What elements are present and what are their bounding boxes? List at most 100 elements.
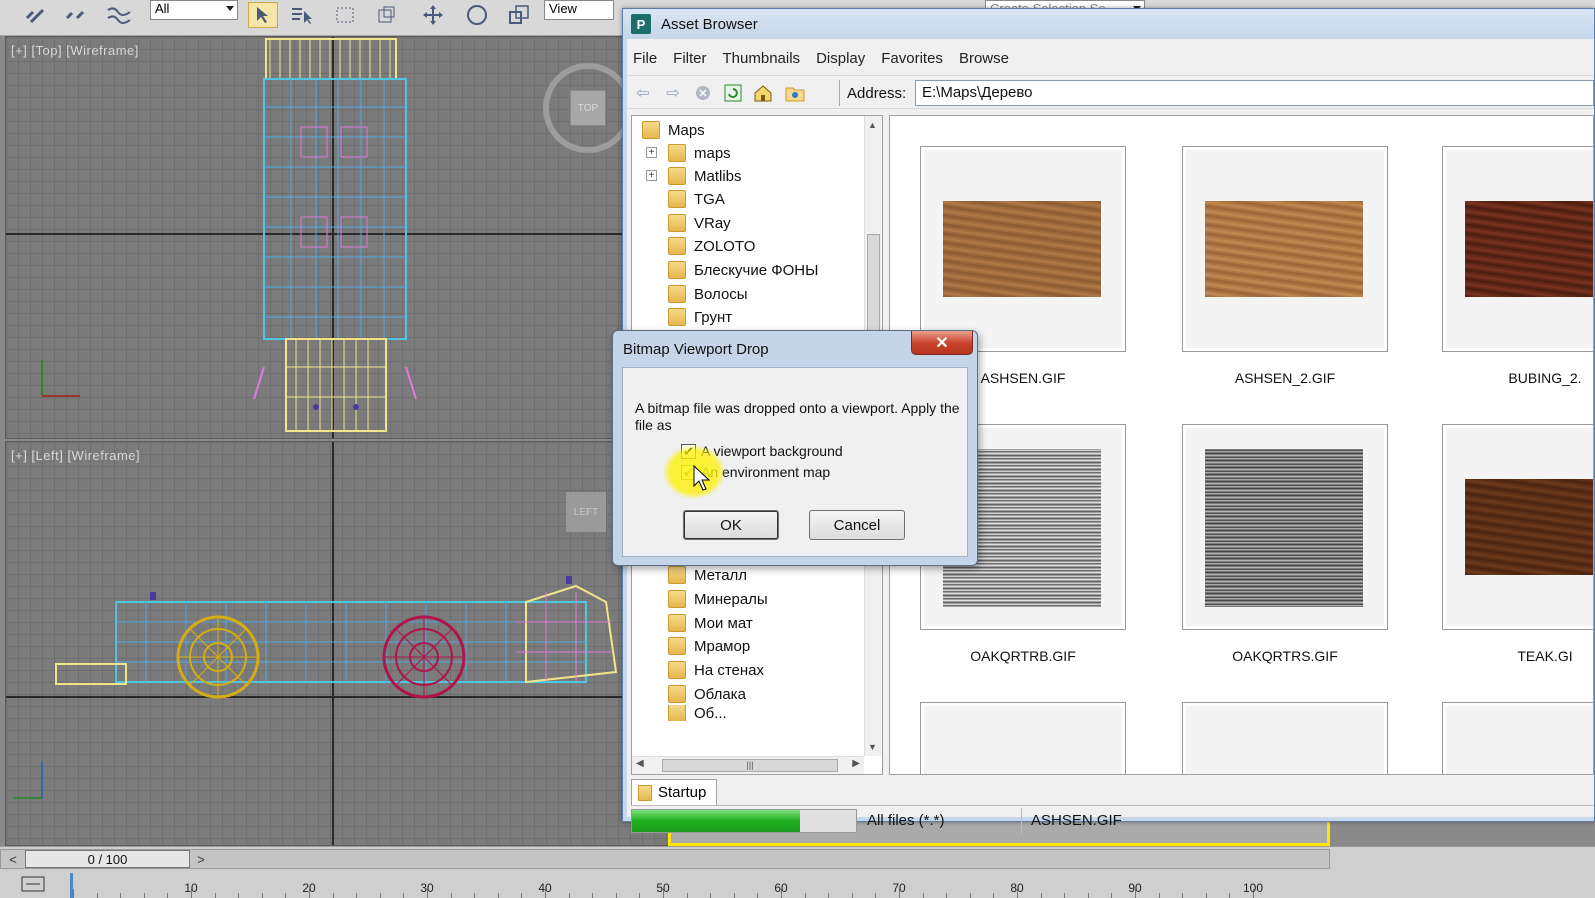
folder-icon <box>668 214 686 232</box>
menu-favorites[interactable]: Favorites <box>881 50 943 67</box>
checkbox-viewport-background[interactable]: ✔ <box>681 443 696 459</box>
tree-item-label: Мрамор <box>694 637 751 655</box>
thumbnail-card[interactable] <box>1442 146 1593 352</box>
menu-filter[interactable]: Filter <box>673 50 706 67</box>
address-input[interactable]: E:\Maps\Дерево <box>915 80 1594 106</box>
tree-item-label: Об... <box>694 705 727 721</box>
menu-file[interactable]: File <box>633 50 657 67</box>
ruler-tick <box>639 893 641 898</box>
cancel-button[interactable]: Cancel <box>809 510 905 540</box>
tree-item-root[interactable]: Maps <box>642 119 705 141</box>
folder-icon <box>668 144 686 162</box>
asset-browser-titlebar[interactable]: P Asset Browser <box>623 9 1594 39</box>
bind-spacewarp-icon[interactable] <box>104 2 134 28</box>
ruler-label: 60 <box>774 881 788 895</box>
thumbnail-name: OAKQRTRB.GIF <box>970 648 1076 664</box>
back-arrow-icon[interactable]: ⇦ <box>631 82 655 104</box>
stop-icon[interactable] <box>691 82 715 104</box>
thumbnail-card[interactable] <box>1182 424 1388 630</box>
tree-item-maps[interactable]: maps <box>668 142 731 164</box>
viewport-left[interactable]: [+] [Left] [Wireframe] LEFT <box>5 441 670 846</box>
menu-thumbnails[interactable]: Thumbnails <box>723 50 801 67</box>
time-next-button[interactable]: > <box>191 850 211 868</box>
link-icon[interactable] <box>20 2 50 28</box>
thumbnail-card[interactable] <box>1442 702 1593 774</box>
menu-browse[interactable]: Browse <box>959 50 1009 67</box>
track-bar-ruler[interactable]: 10 20 30 40 50 60 70 80 90 100 <box>70 873 1280 898</box>
ruler-tick <box>1158 893 1160 898</box>
tab-startup-label: Startup <box>658 784 707 801</box>
tab-startup[interactable]: Startup <box>631 779 717 805</box>
selection-filter-value: All <box>155 1 170 16</box>
reference-coord-dropdown[interactable]: View <box>544 0 614 20</box>
tree-item-tga[interactable]: TGA <box>668 188 725 210</box>
home-icon[interactable] <box>751 82 775 104</box>
folder-icon <box>642 121 660 139</box>
ruler-label: 100 <box>1242 881 1264 895</box>
time-prev-button[interactable]: < <box>3 850 23 868</box>
thumbnail-card[interactable] <box>1182 702 1388 774</box>
tree-item-metall[interactable]: Металл <box>668 564 747 586</box>
scroll-down-icon[interactable]: ▼ <box>868 742 877 752</box>
rect-selection-icon[interactable] <box>330 2 360 28</box>
ruler-tick <box>96 893 98 898</box>
tree-item-label: VRay <box>694 214 731 232</box>
thumbnail-pane[interactable]: ASHSEN.GIF ASHSEN_2.GIF BUBING_2. OAKQRT… <box>889 115 1594 775</box>
scale-icon[interactable] <box>504 2 534 28</box>
viewcube-face-top[interactable]: TOP <box>570 90 606 126</box>
window-crossing-icon[interactable] <box>372 2 402 28</box>
tree-item-oblaka[interactable]: Облака <box>668 683 746 705</box>
viewcube-top[interactable]: TOP <box>543 63 624 153</box>
tree-item-na-stenah[interactable]: На стенах <box>668 659 764 681</box>
selection-filter-dropdown[interactable]: All <box>150 0 238 20</box>
move-icon[interactable] <box>418 2 448 28</box>
tree-horizontal-scrollbar[interactable]: ◀ ||| ▶ <box>632 756 864 774</box>
viewport-label-left[interactable]: [+] [Left] [Wireframe] <box>11 448 140 463</box>
thumbnail-card[interactable] <box>1442 424 1593 630</box>
ruler-tick <box>1182 893 1184 898</box>
tree-item-matlibs[interactable]: Matlibs <box>668 165 742 187</box>
tree-item-moi-mat[interactable]: Мои мат <box>668 612 753 634</box>
tree-expand-button[interactable]: + <box>646 147 657 158</box>
select-object-icon[interactable] <box>248 2 278 28</box>
thumbnail-card[interactable] <box>920 146 1126 352</box>
timeline-config-icon[interactable] <box>20 875 46 895</box>
tree-item-mineraly[interactable]: Минералы <box>668 588 768 610</box>
browse-folder-icon[interactable] <box>783 82 807 104</box>
refresh-icon[interactable] <box>721 82 745 104</box>
asset-browser-app-icon: P <box>631 14 651 34</box>
tree-vscroll-thumb[interactable] <box>867 234 880 334</box>
scroll-up-icon[interactable]: ▲ <box>868 120 877 130</box>
thumbnail-card[interactable] <box>1182 146 1388 352</box>
ok-button[interactable]: OK <box>683 510 779 540</box>
time-slider[interactable]: < 0 / 100 > <box>0 849 1330 869</box>
thumbnail-card[interactable] <box>920 702 1126 774</box>
address-label: Address: <box>847 85 907 102</box>
tree-item-grunt[interactable]: Грунт <box>668 306 732 328</box>
tree-item-label: Мои мат <box>694 614 753 632</box>
tree-expand-button[interactable]: + <box>646 170 657 181</box>
ruler-tick <box>474 893 476 898</box>
forward-arrow-icon[interactable]: ⇨ <box>661 82 685 104</box>
tree-item-bleskuchie[interactable]: Блескучие ФОНЫ <box>668 259 818 281</box>
dialog-close-button[interactable]: ✕ <box>911 331 973 355</box>
viewport-label-top[interactable]: [+] [Top] [Wireframe] <box>11 43 139 58</box>
scroll-left-icon[interactable]: ◀ <box>636 758 644 769</box>
scroll-right-icon[interactable]: ▶ <box>852 758 860 769</box>
unlink-icon[interactable] <box>60 2 90 28</box>
tree-item-mramor[interactable]: Мрамор <box>668 635 750 657</box>
tree-item-volosy[interactable]: Волосы <box>668 283 748 305</box>
option-viewport-background[interactable]: ✔ A viewport background <box>681 442 843 460</box>
tree-item-vray[interactable]: VRay <box>668 212 731 234</box>
tree-hscroll-thumb[interactable]: ||| <box>662 759 838 772</box>
rotate-icon[interactable] <box>462 2 492 28</box>
ruler-tick <box>497 893 499 898</box>
time-slider-thumb[interactable]: 0 / 100 <box>25 850 190 868</box>
viewport-top[interactable]: [+] [Top] [Wireframe] TOP <box>5 36 625 439</box>
menu-display[interactable]: Display <box>816 50 865 67</box>
tree-item-zoloto[interactable]: ZOLOTO <box>668 235 755 257</box>
ruler-tick <box>851 893 853 898</box>
select-by-name-icon[interactable] <box>288 2 318 28</box>
viewcube-left[interactable]: LEFT <box>566 492 606 532</box>
tree-item-ob[interactable]: Об... <box>668 705 727 721</box>
